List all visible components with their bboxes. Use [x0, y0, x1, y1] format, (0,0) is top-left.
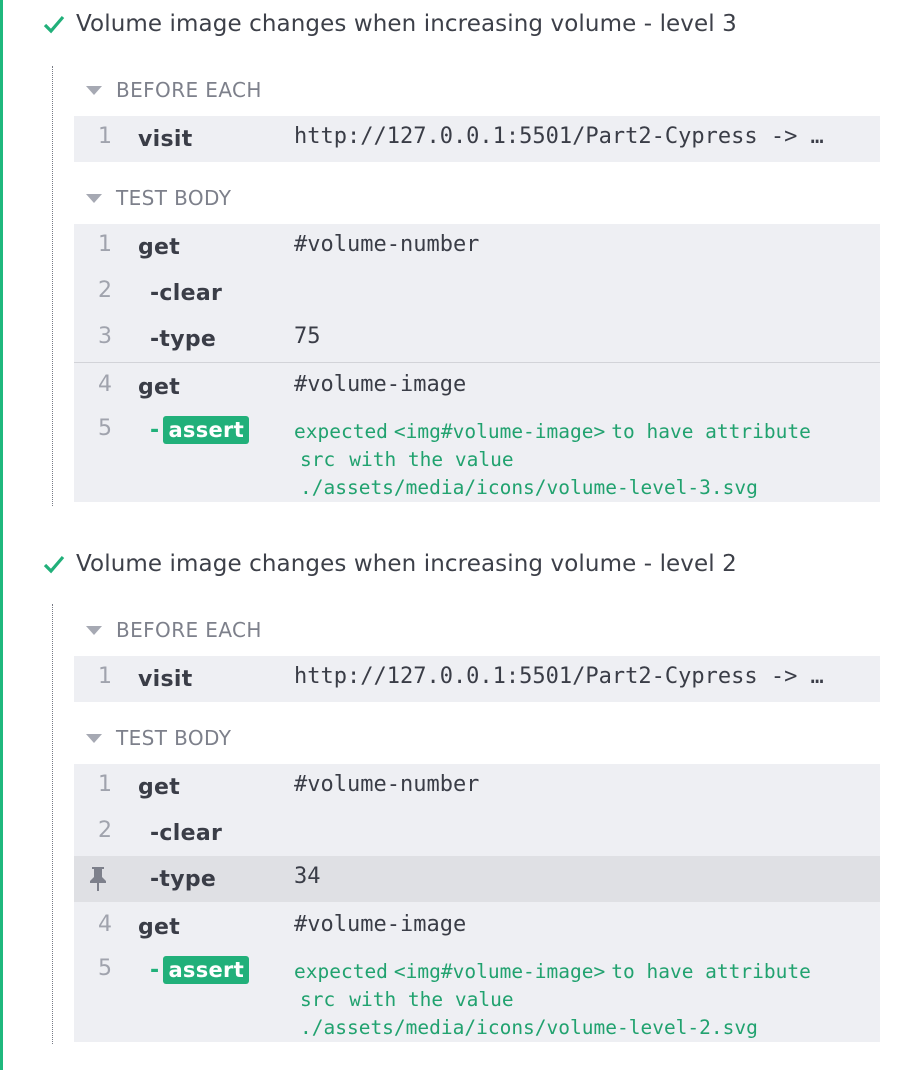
assert-to-have: to have attribute: [611, 960, 811, 983]
command-name: get: [138, 375, 181, 400]
assert-dash: -: [150, 418, 160, 443]
assert-row[interactable]: 5 - assert expected <img#volume-image> to h…: [74, 948, 880, 1042]
command-row[interactable]: 1 get #volume-number: [74, 224, 880, 270]
command-name: get: [138, 775, 181, 800]
test-header[interactable]: Volume image changes when increasing vol…: [42, 546, 737, 582]
pin-icon[interactable]: [88, 866, 108, 892]
command-name: visit: [138, 127, 193, 152]
command-message: #volume-image: [294, 372, 467, 397]
assert-row[interactable]: 5 - assert expected <img#volume-image> to h…: [74, 408, 880, 502]
test-body-guide: [52, 604, 53, 1044]
command-name: visit: [138, 667, 193, 692]
command-number: 1: [98, 664, 112, 689]
caret-down-icon: [86, 85, 102, 95]
command-row[interactable]: 1 visit http://127.0.0.1:5501/Part2-Cypr…: [74, 116, 880, 162]
assert-badge: assert: [163, 416, 250, 444]
command-list: 1 visit http://127.0.0.1:5501/Part2-Cypr…: [74, 116, 880, 162]
command-number: 2: [98, 818, 112, 843]
command-row[interactable]: 4 get #volume-image: [74, 364, 880, 410]
caret-down-icon: [86, 193, 102, 203]
command-row[interactable]: 2 -clear: [74, 270, 880, 316]
hook-before-each[interactable]: BEFORE EACH: [86, 615, 262, 645]
command-number: 1: [98, 772, 112, 797]
command-message: http://127.0.0.1:5501/Part2-Cypress -> …: [294, 124, 824, 149]
assert-expected: expected: [294, 960, 388, 983]
command-name: -type: [150, 327, 217, 352]
assert-attr: src: [300, 988, 336, 1011]
hook-label: BEFORE EACH: [116, 78, 262, 102]
test-item: Volume image changes when increasing vol…: [0, 540, 922, 1070]
assert-command: - assert: [150, 416, 250, 444]
command-row[interactable]: 1 get #volume-number: [74, 764, 880, 810]
command-name: -clear: [150, 281, 223, 306]
command-list: 1 visit http://127.0.0.1:5501/Part2-Cypr…: [74, 656, 880, 702]
assert-message: expected <img#volume-image> to have attrib…: [294, 958, 811, 1042]
command-number: 5: [98, 956, 112, 981]
hook-label: TEST BODY: [116, 726, 232, 750]
hook-test-body[interactable]: TEST BODY: [86, 183, 231, 213]
command-row[interactable]: 2 -clear: [74, 810, 880, 856]
test-title: Volume image changes when increasing vol…: [76, 551, 737, 577]
test-header[interactable]: Volume image changes when increasing vol…: [42, 6, 737, 42]
assert-dash: -: [150, 958, 160, 983]
test-item: Volume image changes when increasing vol…: [0, 0, 922, 520]
command-name: -type: [150, 867, 217, 892]
assert-command: - assert: [150, 956, 250, 984]
command-group-divider: [74, 362, 880, 363]
assert-value: ./assets/media/icons/volume-level-3.svg: [300, 476, 758, 499]
command-message: http://127.0.0.1:5501/Part2-Cypress -> …: [294, 664, 824, 689]
command-name: get: [138, 915, 181, 940]
command-message: 75: [294, 324, 321, 349]
test-title: Volume image changes when increasing vol…: [76, 11, 737, 37]
command-number: 4: [98, 912, 112, 937]
command-row[interactable]: 1 visit http://127.0.0.1:5501/Part2-Cypr…: [74, 656, 880, 702]
assert-to-have: to have attribute: [611, 420, 811, 443]
command-row[interactable]: 3 -type 75: [74, 316, 880, 362]
command-list: 1 get #volume-number 2 -clear 3 -type 75…: [74, 224, 880, 502]
command-message: #volume-image: [294, 912, 467, 937]
assert-value: ./assets/media/icons/volume-level-2.svg: [300, 1016, 758, 1039]
command-message: #volume-number: [294, 772, 480, 797]
command-number: 1: [98, 232, 112, 257]
command-name: get: [138, 235, 181, 260]
assert-message: expected <img#volume-image> to have attrib…: [294, 418, 811, 502]
hook-label: TEST BODY: [116, 186, 232, 210]
check-icon: [43, 15, 65, 34]
caret-down-icon: [86, 625, 102, 635]
command-number: 2: [98, 278, 112, 303]
hook-test-body[interactable]: TEST BODY: [86, 723, 231, 753]
command-number: 5: [98, 416, 112, 441]
assert-with-value: with the value: [349, 448, 514, 471]
command-row[interactable]: 4 get #volume-image: [74, 904, 880, 950]
command-message: 34: [294, 864, 321, 889]
command-number: 1: [98, 124, 112, 149]
assert-subject: <img#volume-image>: [393, 960, 606, 983]
assert-expected: expected: [294, 420, 388, 443]
hook-before-each[interactable]: BEFORE EACH: [86, 75, 262, 105]
test-body-guide: [52, 66, 53, 506]
assert-with-value: with the value: [349, 988, 514, 1011]
command-name: -clear: [150, 821, 223, 846]
assert-badge: assert: [163, 956, 250, 984]
command-number: 3: [98, 324, 112, 349]
assert-subject: <img#volume-image>: [393, 420, 606, 443]
command-number: 4: [98, 372, 112, 397]
command-list: 1 get #volume-number 2 -clear -type 34 4…: [74, 764, 880, 1042]
assert-attr: src: [300, 448, 336, 471]
command-row-pinned[interactable]: -type 34: [74, 856, 880, 902]
caret-down-icon: [86, 733, 102, 743]
hook-label: BEFORE EACH: [116, 618, 262, 642]
check-icon: [43, 555, 65, 574]
command-message: #volume-number: [294, 232, 480, 257]
